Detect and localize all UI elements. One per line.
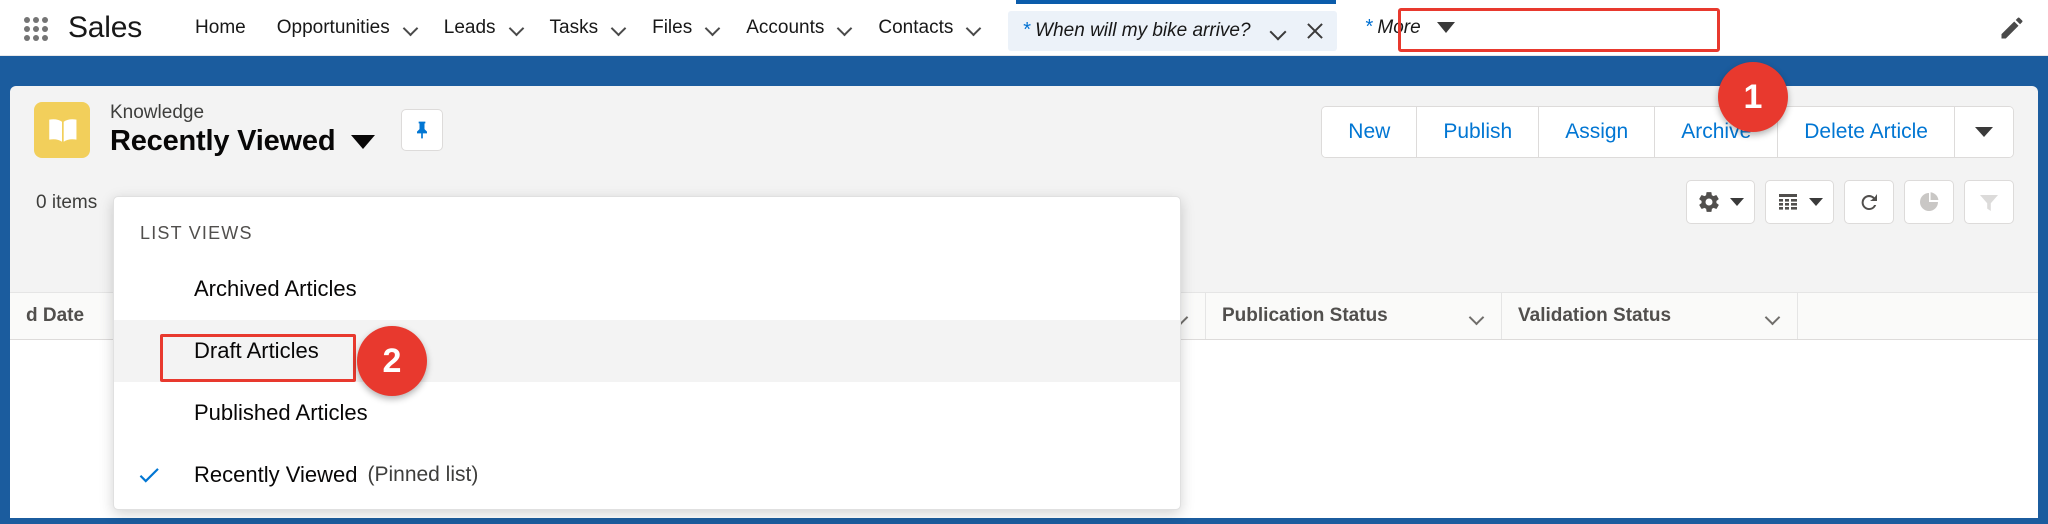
nav-item-label: Home	[195, 16, 246, 38]
salesforce-knowledge-screen: Sales Home Opportunities Leads Tasks Fil…	[0, 0, 2048, 524]
more-actions-button[interactable]	[1955, 107, 2013, 157]
object-name-label: Knowledge	[110, 101, 205, 123]
active-tab-label: When will my bike arrive?	[1035, 19, 1251, 41]
table-column-validation-status[interactable]: Validation Status	[1502, 293, 1798, 339]
global-navigation-bar: Sales Home Opportunities Leads Tasks Fil…	[0, 0, 2048, 56]
nav-item-files[interactable]: Files	[639, 0, 733, 55]
chevron-down-icon	[967, 23, 981, 32]
list-view-settings-button[interactable]	[1686, 180, 1755, 224]
refresh-icon	[1861, 194, 1877, 211]
table-column-publication-status[interactable]: Publication Status	[1206, 293, 1502, 339]
list-view-option-draft-articles[interactable]: Draft Articles	[114, 320, 1180, 382]
list-view-option-published-articles[interactable]: Published Articles	[114, 382, 1180, 444]
nav-item-label: Accounts	[746, 16, 825, 38]
nav-item-label: Opportunities	[276, 16, 390, 38]
annotation-badge-2: 2	[357, 326, 427, 396]
chevron-down-icon	[706, 23, 720, 32]
column-label: Publication Status	[1222, 305, 1388, 326]
list-view-option-archived-articles[interactable]: Archived Articles	[114, 258, 1180, 320]
list-view-action-buttons: New Publish Assign Archive Delete Articl…	[1321, 106, 2014, 158]
active-tab-when-will-my-bike-arrive[interactable]: * When will my bike arrive?	[1008, 10, 1337, 51]
nav-item-label: Contacts	[878, 16, 954, 38]
list-view-titles: Knowledge Recently Viewed	[110, 101, 376, 159]
unsaved-asterisk: *	[1364, 16, 1373, 38]
refresh-button[interactable]	[1844, 180, 1894, 224]
list-view-name: Recently Viewed	[110, 125, 336, 158]
check-icon	[136, 462, 162, 488]
nav-item-label: Leads	[443, 16, 496, 38]
nav-item-home[interactable]: Home	[182, 0, 264, 55]
list-view-option-recently-viewed[interactable]: Recently Viewed (Pinned list)	[114, 444, 1180, 506]
option-label: Published Articles	[194, 400, 368, 425]
list-views-dropdown-panel: LIST VIEWS Archived Articles Draft Artic…	[113, 196, 1181, 510]
app-launcher-grid-icon[interactable]	[24, 16, 48, 41]
table-view-icon	[1779, 194, 1797, 210]
active-tab-wrapper: * When will my bike arrive?	[1008, 0, 1337, 56]
pencil-icon[interactable]	[1998, 14, 2026, 42]
caret-down-icon	[1436, 22, 1455, 33]
nav-item-label: More	[1377, 16, 1421, 38]
nav-item-label: Files	[652, 16, 693, 38]
unsaved-asterisk: *	[1022, 19, 1031, 41]
column-label: d Date	[26, 305, 85, 326]
option-label: Draft Articles	[194, 338, 319, 363]
items-count-label: 0 items	[36, 192, 98, 213]
chevron-down-icon[interactable]	[1470, 312, 1485, 321]
knowledge-book-icon	[34, 102, 90, 158]
nav-items-list: Home Opportunities Leads Tasks Files Acc…	[182, 0, 1455, 55]
option-label: Recently Viewed	[194, 462, 358, 487]
filter-button[interactable]	[1964, 180, 2014, 224]
chevron-down-icon	[612, 23, 626, 32]
chevron-down-icon	[510, 23, 524, 32]
delete-article-button[interactable]: Delete Article	[1778, 107, 1955, 157]
nav-item-more[interactable]: * More	[1365, 16, 1455, 39]
annotation-badge-1: 1	[1718, 62, 1788, 132]
column-label: Validation Status	[1518, 305, 1672, 326]
chevron-down-icon	[838, 23, 852, 32]
nav-item-opportunities[interactable]: Opportunities	[264, 0, 431, 55]
app-name-label: Sales	[68, 10, 143, 44]
filter-funnel-icon	[1980, 195, 1998, 211]
list-view-tool-icons	[1676, 180, 2014, 224]
close-icon[interactable]	[1305, 21, 1325, 41]
chart-icon	[1920, 192, 1939, 211]
chevron-down-icon[interactable]	[1271, 26, 1287, 36]
gear-icon	[1699, 192, 1719, 212]
option-label: Archived Articles	[194, 276, 357, 301]
display-as-button[interactable]	[1765, 180, 1834, 224]
option-sublabel: (Pinned list)	[367, 463, 479, 486]
publish-button[interactable]: Publish	[1417, 107, 1540, 157]
caret-down-icon	[1809, 198, 1823, 206]
dropdown-section-title: LIST VIEWS	[140, 223, 253, 243]
nav-item-tasks[interactable]: Tasks	[537, 0, 640, 55]
caret-down-icon	[1975, 127, 1993, 137]
nav-item-label: Tasks	[549, 16, 599, 38]
pin-icon[interactable]	[401, 109, 444, 151]
caret-down-icon	[1730, 198, 1744, 206]
active-tab-indicator	[1016, 0, 1337, 4]
nav-item-accounts[interactable]: Accounts	[733, 0, 865, 55]
chevron-down-icon[interactable]	[1766, 312, 1781, 321]
assign-button[interactable]: Assign	[1539, 107, 1656, 157]
caret-down-icon[interactable]	[351, 134, 376, 149]
chevron-down-icon	[404, 23, 418, 32]
charts-button[interactable]	[1904, 180, 1954, 224]
nav-item-leads[interactable]: Leads	[431, 0, 537, 55]
nav-item-contacts[interactable]: Contacts	[865, 0, 994, 55]
list-view-selector[interactable]: Recently Viewed	[110, 125, 376, 158]
new-button[interactable]: New	[1322, 107, 1418, 157]
